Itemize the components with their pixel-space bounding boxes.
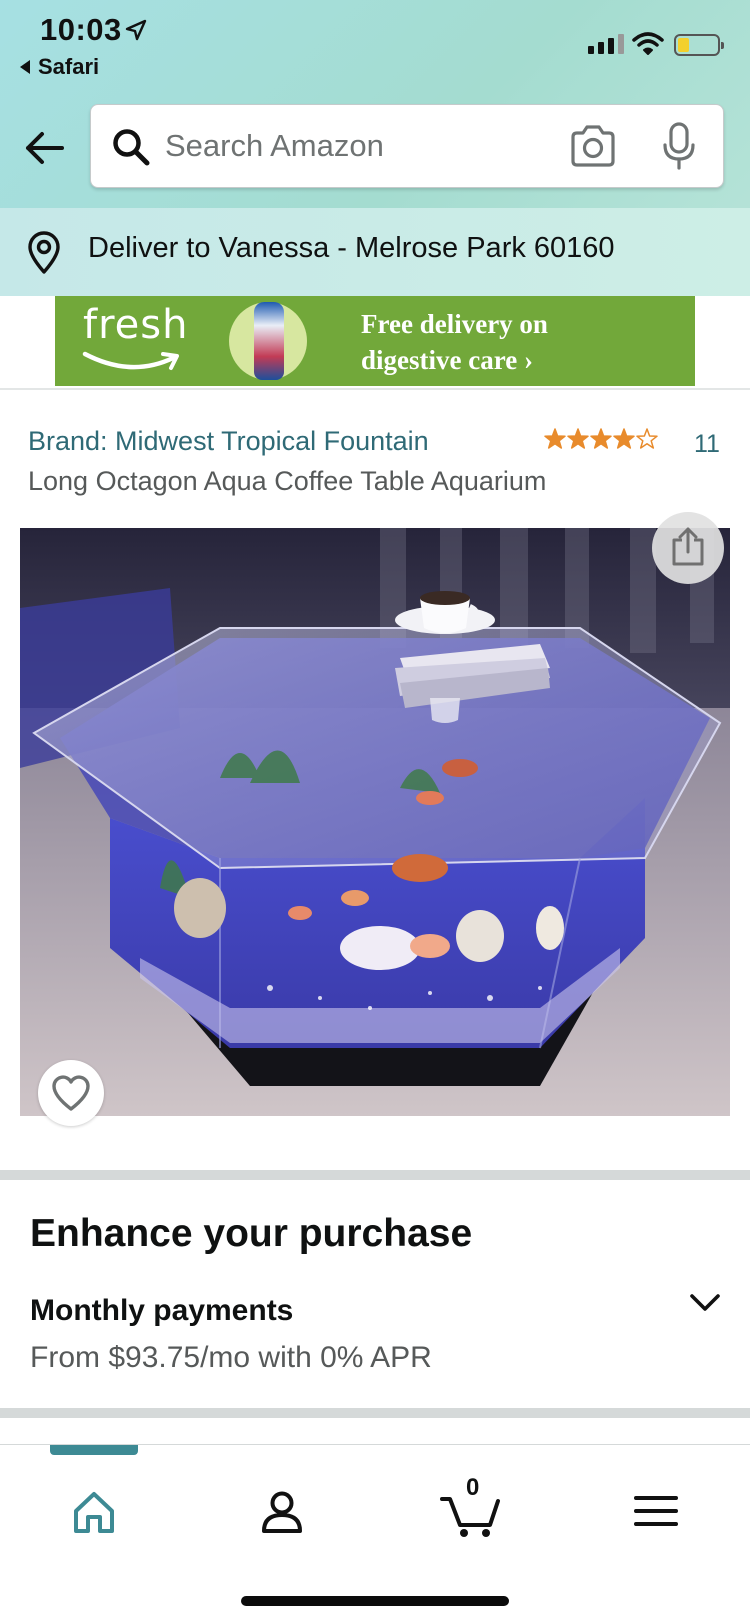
fresh-promo-line2: digestive care › xyxy=(361,345,533,375)
brand-link[interactable]: Brand: Midwest Tropical Fountain xyxy=(28,426,429,457)
product-title: Long Octagon Aqua Coffee Table Aquarium xyxy=(28,466,547,496)
star-filled-icon xyxy=(613,428,635,449)
active-tab-indicator xyxy=(50,1445,138,1455)
monthly-payments-title: Monthly payments xyxy=(30,1294,294,1327)
fresh-promo-text: Free delivery on digestive care › xyxy=(361,306,681,378)
star-filled-icon xyxy=(590,428,612,449)
section-divider xyxy=(0,1408,750,1418)
search-input[interactable] xyxy=(165,105,525,187)
wishlist-button[interactable] xyxy=(38,1060,104,1126)
aquarium-illustration xyxy=(20,528,730,1116)
star-empty-icon xyxy=(636,428,658,449)
divider xyxy=(0,388,750,390)
fresh-promo-banner[interactable]: fresh Free delivery on digestive care › xyxy=(55,296,695,386)
fresh-logo: fresh xyxy=(83,302,189,348)
star-filled-icon xyxy=(567,428,589,449)
back-app-label: Safari xyxy=(38,54,100,79)
monthly-payments-subtitle: From $93.75/mo with 0% APR xyxy=(30,1341,432,1374)
location-arrow-icon xyxy=(125,19,147,41)
cart-count: 0 xyxy=(466,1474,480,1501)
enhance-heading: Enhance your purchase xyxy=(30,1212,473,1255)
menu-icon[interactable] xyxy=(626,1481,686,1541)
heart-icon xyxy=(52,1075,90,1111)
status-time: 10:03 xyxy=(40,12,122,47)
back-triangle-icon xyxy=(20,60,30,74)
battery-icon xyxy=(674,34,724,56)
tums-bottle-image xyxy=(254,302,284,380)
share-icon xyxy=(672,527,704,566)
share-button[interactable] xyxy=(652,512,724,584)
location-pin-icon xyxy=(28,231,60,274)
home-icon[interactable] xyxy=(64,1481,124,1541)
signal-icon xyxy=(588,34,624,54)
account-icon[interactable] xyxy=(252,1481,312,1541)
home-indicator[interactable] xyxy=(241,1596,509,1606)
microphone-icon[interactable] xyxy=(661,121,697,171)
product-image[interactable] xyxy=(20,528,730,1116)
deliver-to-bar[interactable]: Deliver to Vanessa - Melrose Park 60160 xyxy=(0,208,750,296)
star-filled-icon xyxy=(544,428,566,449)
rating-count[interactable]: 11 xyxy=(694,430,720,459)
fresh-promo-line1: Free delivery on xyxy=(361,309,548,339)
search-icon xyxy=(113,129,150,166)
search-bar[interactable] xyxy=(90,104,724,188)
chevron-down-icon[interactable] xyxy=(688,1290,722,1316)
camera-icon[interactable] xyxy=(569,123,617,169)
section-divider xyxy=(0,1170,750,1180)
back-arrow-icon[interactable] xyxy=(22,126,66,170)
wifi-icon xyxy=(632,32,664,55)
rating-stars[interactable] xyxy=(544,428,658,450)
amazon-smile-icon xyxy=(82,351,179,370)
back-to-safari[interactable]: Safari xyxy=(20,54,99,80)
deliver-to-text: Deliver to Vanessa - Melrose Park 60160 xyxy=(88,232,615,264)
